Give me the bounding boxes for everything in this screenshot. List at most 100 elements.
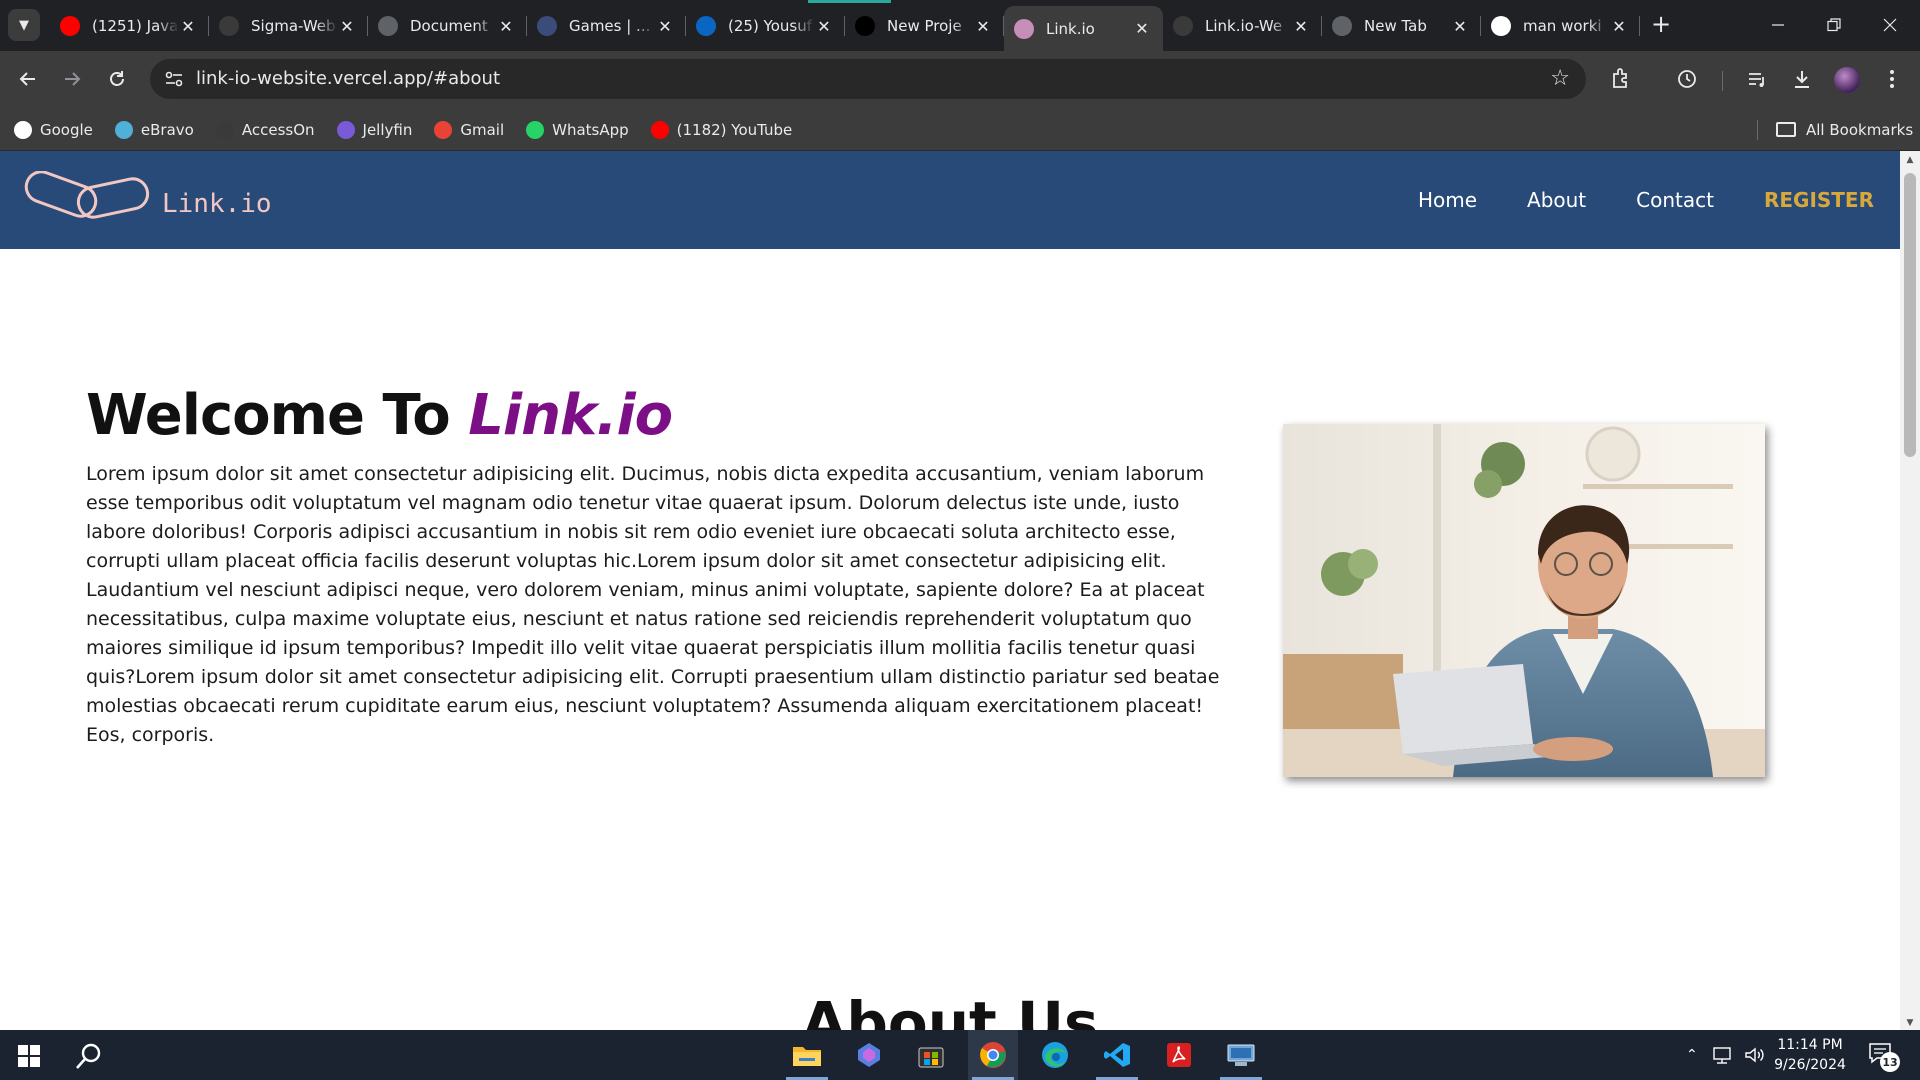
windows-start-button[interactable] [18, 1045, 40, 1067]
new-tab-button[interactable]: + [1651, 12, 1671, 36]
tab-close-icon[interactable]: ✕ [1451, 17, 1469, 36]
tab-title: New Proje [887, 17, 962, 35]
minimize-button[interactable] [1750, 0, 1806, 50]
browser-tab[interactable]: man worki ✕ [1481, 6, 1640, 46]
more-menu-icon[interactable] [1876, 63, 1908, 95]
acrobat-icon[interactable] [1154, 1030, 1204, 1080]
browser-tab[interactable]: New Proje ✕ [845, 6, 1004, 46]
remote-desktop-icon[interactable] [1216, 1030, 1266, 1080]
tab-title: Link.io-We [1205, 17, 1283, 35]
tab-search-button[interactable]: ▼ [8, 9, 40, 41]
tab-close-icon[interactable]: ✕ [1133, 19, 1151, 38]
address-bar[interactable]: link-io-website.vercel.app/#about ☆ [150, 59, 1586, 99]
tab-close-icon[interactable]: ✕ [497, 17, 515, 36]
tab-group-accent [808, 0, 891, 3]
hero-title: Welcome To Link.io [86, 383, 673, 448]
hero-photo-man-with-laptop [1283, 424, 1765, 777]
scroll-up-arrow-icon[interactable]: ▲ [1905, 155, 1915, 165]
linkedin-icon [696, 16, 716, 36]
all-bookmarks-button[interactable]: All Bookmarks [1776, 108, 1913, 151]
bookmark-item[interactable]: Gmail [434, 120, 504, 139]
bookmark-item[interactable]: eBravo [114, 120, 194, 139]
copilot-icon[interactable] [844, 1030, 894, 1080]
microsoft-store-icon[interactable] [906, 1030, 956, 1080]
browser-tab[interactable]: (1251) Java ✕ [50, 6, 209, 46]
browser-tab-strip: ▼ (1251) Java ✕ Sigma-Web ✕ Document ✕ Games |… [0, 0, 1920, 51]
tab-close-icon[interactable]: ✕ [815, 17, 833, 36]
taskbar-search-icon[interactable] [74, 1041, 104, 1075]
profile-avatar[interactable] [1834, 67, 1860, 93]
reload-icon [110, 71, 124, 86]
all-bookmarks-label: All Bookmarks [1806, 120, 1914, 139]
bookmark-star-icon[interactable]: ☆ [1550, 66, 1570, 91]
nav-link-home[interactable]: Home [1418, 188, 1477, 212]
tab-close-icon[interactable]: ✕ [1610, 17, 1628, 36]
folder-icon [1776, 122, 1796, 137]
download-icon[interactable] [1786, 63, 1818, 95]
tab-close-icon[interactable]: ✕ [179, 17, 197, 36]
forward-button[interactable] [56, 63, 88, 95]
site-settings-icon[interactable] [164, 69, 184, 89]
history-icon[interactable] [1671, 63, 1703, 95]
file-explorer-icon[interactable] [782, 1030, 832, 1080]
browser-tab[interactable]: Sigma-Web ✕ [209, 6, 368, 46]
browser-tab[interactable]: Document ✕ [368, 6, 527, 46]
tab-close-icon[interactable]: ✕ [1292, 17, 1310, 36]
url-text[interactable]: link-io-website.vercel.app/#about [196, 68, 500, 89]
browser-tab[interactable]: Link.io ✕ [1004, 6, 1163, 51]
tab-title: Link.io [1046, 19, 1095, 38]
tab-close-icon[interactable]: ✕ [338, 17, 356, 36]
back-button[interactable] [12, 63, 44, 95]
volume-icon[interactable] [1744, 1046, 1766, 1064]
tab-title: Sigma-Web [251, 17, 336, 35]
gmail-icon [434, 120, 453, 139]
scroll-down-arrow-icon[interactable]: ▼ [1905, 1018, 1915, 1028]
nav-link-about[interactable]: About [1527, 188, 1586, 212]
google-icon [14, 120, 32, 139]
chrome-icon[interactable] [968, 1030, 1018, 1080]
media-controls-icon[interactable] [1741, 63, 1773, 95]
tab-title: (1251) Java [92, 17, 179, 35]
bookmark-item[interactable]: WhatsApp [526, 120, 629, 139]
vscode-icon[interactable] [1092, 1030, 1142, 1080]
bookmark-item[interactable]: AccessOn [215, 120, 315, 139]
tray-overflow-chevron-icon[interactable]: ⌃ [1686, 1047, 1698, 1063]
bookmark-label: WhatsApp [552, 120, 629, 139]
taskbar-clock[interactable]: 11:14 PM 9/26/2024 [1764, 1035, 1856, 1075]
hero-body-text: Lorem ipsum dolor sit amet consectetur a… [86, 463, 1220, 746]
reload-button[interactable] [101, 63, 133, 95]
github-icon [1173, 16, 1193, 36]
bookmark-item[interactable]: Jellyfin [336, 120, 413, 139]
tab-close-icon[interactable]: ✕ [974, 17, 992, 36]
page-scrollbar[interactable]: ▲ ▼ [1900, 151, 1920, 1030]
network-icon[interactable] [1712, 1046, 1734, 1064]
register-button[interactable]: REGISTER [1764, 188, 1874, 212]
tab-title: New Tab [1364, 17, 1427, 35]
scrollbar-thumb[interactable] [1904, 173, 1916, 457]
bookmarks-separator [1757, 120, 1758, 140]
github-icon [219, 16, 239, 36]
tab-separator [1639, 16, 1640, 36]
browser-tab[interactable]: Games | ... ✕ [527, 6, 686, 46]
edge-icon[interactable] [1030, 1030, 1080, 1080]
bookmark-item[interactable]: (1182) YouTube [650, 120, 793, 139]
chain-link-logo-icon[interactable] [22, 171, 152, 227]
google-icon [1491, 16, 1511, 36]
web-page-viewport: Link.io Home About Contact REGISTER Welc… [0, 151, 1900, 1030]
browser-tab[interactable]: (25) Yousuf ✕ [686, 6, 845, 46]
close-window-button[interactable] [1862, 0, 1918, 50]
youtube-icon [650, 120, 669, 139]
tab-list: (1251) Java ✕ Sigma-Web ✕ Document ✕ Games | .… [50, 6, 1640, 51]
bookmark-label: (1182) YouTube [676, 120, 793, 139]
browser-tab[interactable]: New Tab ✕ [1322, 6, 1481, 46]
extensions-icon[interactable] [1605, 63, 1637, 95]
site-logo-text[interactable]: Link.io [162, 189, 272, 219]
ebravo-icon [114, 120, 133, 139]
restore-button[interactable] [1806, 0, 1862, 50]
browser-tab[interactable]: Link.io-We ✕ [1163, 6, 1322, 46]
bookmark-label: Jellyfin [362, 120, 413, 139]
nav-link-contact[interactable]: Contact [1636, 188, 1714, 212]
bookmark-item[interactable]: Google [14, 120, 93, 139]
notification-center-button[interactable]: 13 [1868, 1042, 1900, 1072]
tab-close-icon[interactable]: ✕ [656, 17, 674, 36]
